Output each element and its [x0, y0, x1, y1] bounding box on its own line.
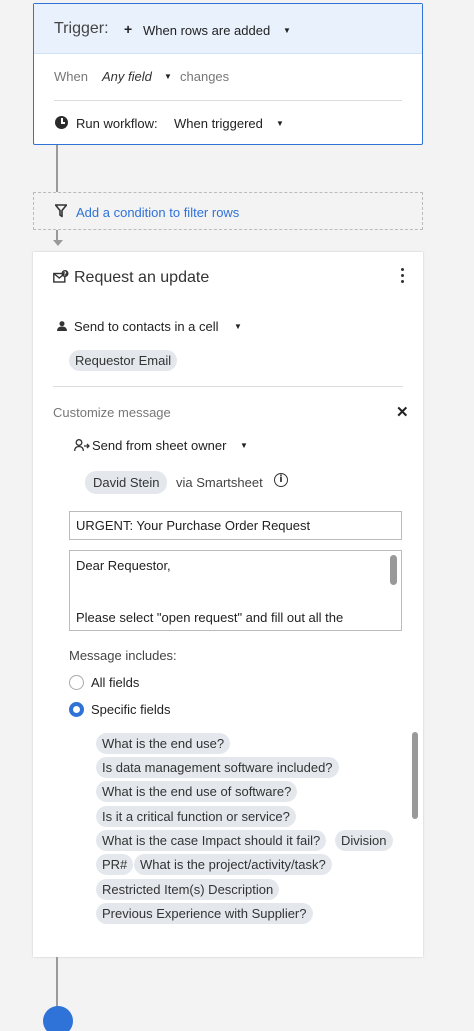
chevron-down-icon[interactable]: ▼ — [240, 441, 248, 450]
recipient-chip[interactable]: Requestor Email — [69, 350, 178, 371]
message-body-line: Dear Requestor, — [76, 558, 171, 573]
message-includes-label: Message includes: — [69, 648, 177, 663]
filter-icon — [55, 204, 67, 218]
sender-chip[interactable]: David Stein — [85, 471, 168, 494]
connector-line — [56, 957, 58, 1007]
radio-all-fields-label[interactable]: All fields — [91, 675, 139, 690]
radio-all-fields[interactable] — [69, 675, 84, 690]
close-icon[interactable]: ✕ — [396, 403, 409, 421]
field-chip[interactable]: Is data management software included? — [96, 757, 339, 778]
field-chip[interactable]: What is the end use of software? — [96, 781, 298, 802]
send-from-icon — [74, 439, 90, 452]
request-update-icon: ? — [53, 270, 69, 283]
chevron-down-icon[interactable]: ▼ — [283, 26, 291, 35]
trigger-label: Trigger: — [54, 20, 109, 37]
svg-text:?: ? — [63, 272, 66, 278]
field-dropdown[interactable]: Any field — [102, 69, 152, 84]
field-chip[interactable]: Previous Experience with Supplier? — [96, 903, 313, 924]
trigger-type-dropdown[interactable]: When rows are added — [143, 23, 270, 38]
via-smartsheet-label: via Smartsheet — [176, 475, 263, 490]
person-icon — [57, 321, 67, 331]
card-title: Request an update — [74, 269, 210, 286]
chevron-down-icon[interactable]: ▼ — [234, 322, 242, 331]
textarea-scrollbar[interactable] — [390, 555, 397, 585]
message-body-textarea[interactable]: Dear Requestor, Please select "open requ… — [69, 550, 402, 631]
trigger-header: Trigger: + When rows are added ▼ — [34, 4, 422, 54]
changes-label: changes — [180, 69, 230, 84]
add-condition-link[interactable]: Add a condition to filter rows — [76, 205, 239, 220]
field-chip[interactable]: Is it a critical function or service? — [96, 806, 296, 827]
add-step-button[interactable] — [43, 1006, 73, 1031]
field-chip[interactable]: What is the project/activity/task? — [134, 854, 332, 875]
divider — [54, 100, 402, 101]
connector-line — [56, 145, 58, 192]
field-chip[interactable]: Restricted Item(s) Description — [96, 879, 280, 900]
message-body-line: Please select "open request" and fill ou… — [76, 610, 344, 625]
send-from-dropdown[interactable]: Send from sheet owner — [92, 438, 226, 453]
chevron-down-icon[interactable]: ▼ — [164, 72, 172, 81]
fields-scrollbar[interactable] — [412, 732, 418, 819]
radio-specific-fields[interactable] — [69, 702, 84, 717]
run-workflow-dropdown[interactable]: When triggered — [174, 116, 263, 131]
request-update-card[interactable]: ? Request an update Send to contacts in … — [33, 252, 423, 957]
add-condition-box[interactable]: Add a condition to filter rows — [33, 192, 423, 230]
trigger-card[interactable]: Trigger: + When rows are added ▼ When An… — [33, 3, 423, 145]
radio-specific-fields-label[interactable]: Specific fields — [91, 702, 170, 717]
run-workflow-label: Run workflow: — [76, 116, 158, 131]
chevron-down-icon[interactable]: ▼ — [276, 119, 284, 128]
subject-input[interactable] — [69, 511, 402, 540]
arrow-down-icon — [53, 240, 63, 246]
field-chip[interactable]: What is the end use? — [96, 733, 231, 754]
clock-icon — [55, 116, 68, 129]
divider — [53, 386, 403, 387]
info-icon[interactable]: i — [274, 473, 288, 487]
field-chip[interactable]: PR# — [96, 854, 134, 875]
when-label: When — [54, 69, 88, 84]
send-to-dropdown[interactable]: Send to contacts in a cell — [74, 319, 219, 334]
more-options-icon[interactable] — [399, 268, 405, 286]
field-chip[interactable]: Division — [335, 830, 393, 851]
plus-icon: + — [124, 21, 133, 37]
customize-message-label: Customize message — [53, 405, 171, 420]
field-chip[interactable]: What is the case Impact should it fail? — [96, 830, 327, 851]
